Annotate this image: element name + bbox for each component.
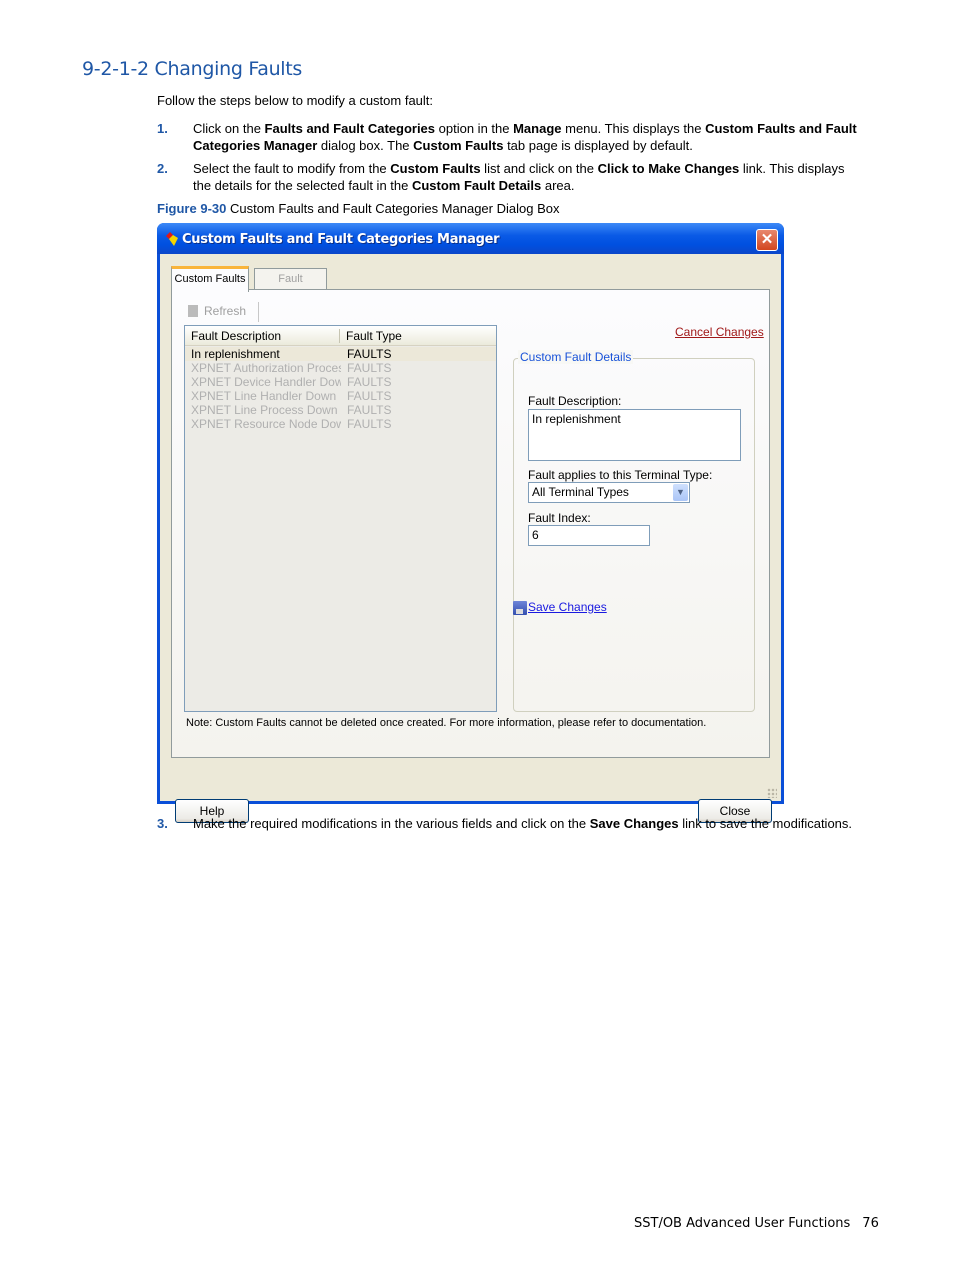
row-type: FAULTS	[347, 389, 392, 403]
refresh-icon	[188, 305, 198, 317]
dialog-title: Custom Faults and Fault Categories Manag…	[182, 232, 500, 247]
group-title: Custom Fault Details	[518, 350, 634, 364]
page-number: 76	[862, 1216, 879, 1231]
cancel-changes-link[interactable]: Cancel Changes	[675, 325, 764, 339]
fault-description-label: Fault Description:	[528, 394, 622, 408]
step-number: 3.	[157, 816, 168, 831]
section-heading: 9-2-1-2 Changing Faults	[82, 58, 303, 80]
column-divider[interactable]	[339, 329, 340, 343]
fault-list[interactable]: Fault Description Fault Type In replenis…	[184, 325, 497, 712]
terminal-type-label: Fault applies to this Terminal Type:	[528, 468, 713, 482]
toolbar-separator	[258, 302, 259, 322]
figure-caption-text: Custom Faults and Fault Categories Manag…	[226, 201, 560, 216]
row-type: FAULTS	[347, 417, 392, 431]
fault-index-label: Fault Index:	[528, 511, 591, 525]
figure-label: Figure 9-30	[157, 201, 227, 216]
refresh-button[interactable]: Refresh	[188, 304, 246, 318]
tab-page: Refresh Fault Description Fault Type In …	[171, 289, 770, 758]
column-header-type[interactable]: Fault Type	[346, 329, 402, 343]
row-type: FAULTS	[347, 375, 392, 389]
row-description: XPNET Line Handler Down	[191, 389, 337, 403]
step-text: Make the required modifications in the v…	[193, 816, 853, 831]
page-footer: SST/OB Advanced User Functions 76	[634, 1216, 879, 1231]
title-bar[interactable]: Custom Faults and Fault Categories Manag…	[157, 223, 784, 254]
row-type: FAULTS	[347, 403, 392, 417]
close-icon[interactable]: ✕	[756, 229, 778, 251]
app-icon	[166, 232, 178, 246]
list-row[interactable]: XPNET Device Handler Down FAULTS	[185, 375, 496, 389]
dialog-client: Custom Faults Fault Categories Refresh F…	[160, 254, 781, 823]
save-disk-icon[interactable]	[513, 601, 527, 615]
step-text: Click on the Faults and Fault Categories…	[193, 121, 857, 153]
resize-grip[interactable]	[767, 788, 777, 798]
fault-manager-dialog: Custom Faults and Fault Categories Manag…	[157, 223, 784, 823]
tab-fault-categories[interactable]: Fault Categories	[254, 268, 327, 305]
row-description: XPNET Line Process Down	[191, 403, 338, 417]
row-description: XPNET Resource Node Down	[191, 417, 341, 431]
row-description: XPNET Authorization Proces...	[191, 361, 341, 375]
step-text: Select the fault to modify from the Cust…	[193, 161, 845, 193]
list-row[interactable]: XPNET Authorization Proces... FAULTS	[185, 361, 496, 375]
row-type: FAULTS	[347, 347, 392, 361]
row-description: In replenishment	[191, 347, 280, 361]
footer-title: SST/OB Advanced User Functions	[634, 1216, 851, 1231]
step-number: 2.	[157, 161, 168, 176]
row-type: FAULTS	[347, 361, 392, 375]
terminal-type-value: All Terminal Types	[532, 485, 629, 499]
row-description: XPNET Device Handler Down	[191, 375, 341, 389]
column-header-description[interactable]: Fault Description	[191, 329, 281, 343]
save-changes-link[interactable]: Save Changes	[528, 600, 607, 614]
list-row[interactable]: XPNET Resource Node Down FAULTS	[185, 417, 496, 431]
note-text: Note: Custom Faults cannot be deleted on…	[186, 717, 707, 729]
list-row[interactable]: XPNET Line Handler Down FAULTS	[185, 389, 496, 403]
list-row[interactable]: In replenishment FAULTS	[185, 347, 496, 361]
intro-text: Follow the steps below to modify a custo…	[157, 93, 434, 108]
list-row[interactable]: XPNET Line Process Down FAULTS	[185, 403, 496, 417]
fault-index-field[interactable]: 6	[528, 525, 650, 546]
refresh-label: Refresh	[204, 304, 247, 318]
chevron-down-icon[interactable]: ▼	[673, 484, 688, 501]
tab-custom-faults[interactable]: Custom Faults	[171, 266, 249, 292]
terminal-type-select[interactable]: All Terminal Types ▼	[528, 482, 690, 503]
figure-caption: Figure 9-30 Custom Faults and Fault Cate…	[157, 201, 559, 216]
fault-description-field[interactable]: In replenishment	[528, 409, 741, 461]
list-header: Fault Description Fault Type	[185, 326, 496, 346]
step-number: 1.	[157, 121, 168, 136]
